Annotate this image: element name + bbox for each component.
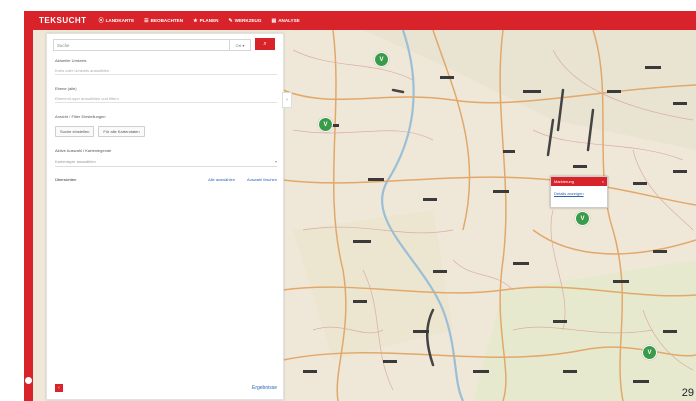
search-input[interactable]: Suche bbox=[53, 39, 230, 51]
close-icon[interactable]: × bbox=[602, 179, 604, 184]
nav-label: PLANEN bbox=[199, 18, 219, 23]
list-icon: ☰ bbox=[144, 17, 149, 24]
nav-label: ANALYSE bbox=[278, 18, 300, 23]
popup-header: Markierung × bbox=[551, 177, 607, 186]
field2-input[interactable]: Ebenen/Layer auswählen und filtern bbox=[55, 94, 277, 103]
chevron-down-icon: ▾ bbox=[274, 159, 277, 164]
map-marker-icon[interactable]: V bbox=[642, 345, 657, 360]
nav-label: BEOBACHTEN bbox=[150, 18, 184, 23]
chip-button[interactable]: Für alle Kartendaten bbox=[98, 126, 145, 137]
select-all-link[interactable]: Alle auswählen bbox=[208, 177, 235, 182]
select-value: Kartenlayer auswählen bbox=[55, 159, 96, 164]
nav-label: LANDKARTE bbox=[105, 18, 135, 23]
map-popup: Markierung × Details anzeigen bbox=[550, 176, 608, 208]
search-button[interactable]: ⌕ bbox=[255, 38, 275, 50]
user-icon[interactable] bbox=[25, 377, 32, 384]
nav-item-beobachten[interactable]: ☰ BEOBACHTEN bbox=[144, 17, 183, 24]
map-marker-icon[interactable]: V bbox=[374, 52, 389, 67]
search-panel: Suche Ort ▾ ⌕ Aktueller Umkreis Kreis od… bbox=[46, 33, 284, 400]
nav-item-planen[interactable]: ★ PLANEN bbox=[193, 17, 218, 24]
options-row: Übersichten Alle auswählen Auswahl lösch… bbox=[55, 177, 277, 182]
wrench-icon: ✎ bbox=[228, 17, 233, 24]
top-navbar: TEKSUCHT ⦿ LANDKARTE ☰ BEOBACHTEN ★ PLAN… bbox=[33, 11, 696, 30]
field2-label: Ebene (alle) bbox=[55, 86, 77, 91]
map-marker-icon[interactable]: V bbox=[318, 117, 333, 132]
map-marker-icon[interactable]: V bbox=[575, 211, 590, 226]
field1-input[interactable]: Kreis oder Umkreis auswählen bbox=[55, 66, 277, 75]
page-number: 29 bbox=[681, 387, 694, 399]
collapse-button[interactable]: ‹ bbox=[55, 384, 63, 392]
overview-label: Übersichten bbox=[55, 177, 77, 182]
chevron-left-icon: ‹ bbox=[58, 385, 60, 391]
clear-selection-link[interactable]: Auswahl löschen bbox=[247, 177, 277, 182]
chip-button[interactable]: Suche einstellen bbox=[55, 126, 95, 137]
chevron-right-icon: › bbox=[286, 97, 288, 103]
search-type-label: Ort bbox=[235, 42, 242, 48]
popup-link[interactable]: Details anzeigen bbox=[551, 186, 607, 201]
search-icon: ⌕ bbox=[263, 40, 267, 47]
search-type-select[interactable]: Ort ▾ bbox=[230, 39, 251, 51]
popup-title: Markierung bbox=[554, 179, 575, 184]
search-row: Suche Ort ▾ ⌕ bbox=[53, 38, 275, 51]
main-nav: ⦿ LANDKARTE ☰ BEOBACHTEN ★ PLANEN ✎ WERK… bbox=[99, 17, 300, 25]
layer-select[interactable]: Kartenlayer auswählen ▾ bbox=[55, 157, 277, 167]
chips-label: Ansicht / Filter Einstellungen bbox=[55, 114, 106, 119]
chip-row: Suche einstellen Für alle Kartendaten bbox=[55, 126, 145, 137]
nav-item-werkzeug[interactable]: ✎ WERKZEUG bbox=[228, 17, 261, 24]
star-icon: ★ bbox=[193, 17, 198, 24]
location-icon: ⦿ bbox=[98, 18, 104, 24]
frame-top bbox=[0, 0, 696, 11]
nav-label: WERKZEUG bbox=[234, 18, 262, 23]
brand-logo[interactable]: TEKSUCHT bbox=[39, 16, 87, 25]
chart-icon: ▤ bbox=[271, 17, 277, 24]
results-link[interactable]: Ergebnisse bbox=[252, 385, 277, 391]
nav-item-landkarte[interactable]: ⦿ LANDKARTE bbox=[99, 17, 135, 24]
left-rail bbox=[24, 11, 33, 401]
select-label: Aktive Auswahl / Kartenlegende bbox=[55, 148, 112, 153]
panel-toggle-handle[interactable]: › bbox=[282, 92, 292, 108]
nav-item-analyse[interactable]: ▤ ANALYSE bbox=[271, 17, 299, 24]
panel-footer: ‹ Ergebnisse bbox=[55, 383, 277, 393]
field1-label: Aktueller Umkreis bbox=[55, 58, 87, 63]
